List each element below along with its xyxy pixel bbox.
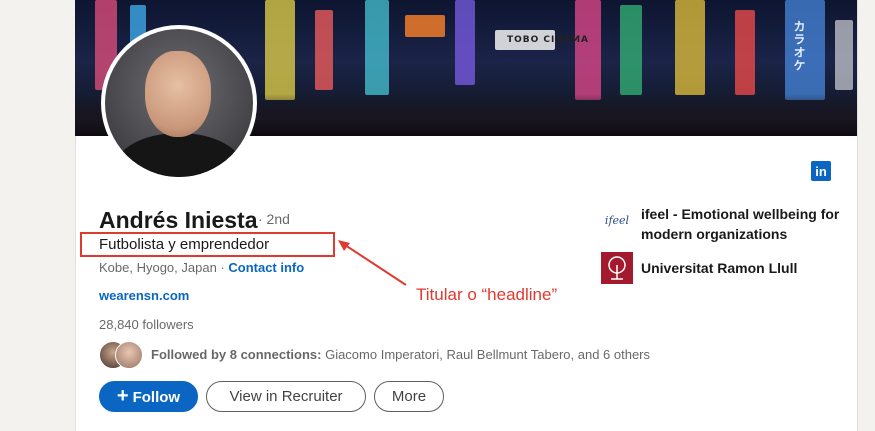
followers-count: 28,840 followers	[99, 317, 194, 332]
ifeel-logo: ifeel	[601, 204, 633, 236]
website-link[interactable]: wearensn.com	[99, 288, 189, 303]
profile-avatar[interactable]	[101, 25, 257, 181]
neon-sign	[835, 20, 853, 90]
follow-button[interactable]: + Follow	[99, 381, 198, 412]
neon-sign	[365, 0, 389, 95]
followed-by-text[interactable]: Followed by 8 connections: Giacomo Imper…	[151, 347, 650, 362]
universitat-ramon-llull-logo	[601, 252, 633, 284]
contact-info-link[interactable]: Contact info	[228, 260, 304, 275]
annotation-box	[80, 232, 335, 257]
avatar-face	[145, 51, 211, 137]
ifeel-logo-text: ifeel	[605, 214, 630, 227]
connection-degree: · 2nd	[258, 211, 290, 227]
neon-sign	[405, 15, 445, 37]
annotation-label: Titular o “headline”	[416, 285, 558, 304]
banner-sign-text: カラオケ	[792, 20, 806, 72]
location-text: Kobe, Hyogo, Japan ·	[99, 260, 229, 275]
neon-sign	[315, 10, 333, 90]
company-name: ifeel - Emotional wellbeing for modern o…	[641, 206, 840, 242]
follow-label: Follow	[132, 389, 181, 406]
neon-sign	[265, 0, 295, 100]
followed-by-prefix: Followed by 8 connections:	[151, 347, 322, 362]
school-name: Universitat Ramon Llull	[641, 260, 798, 276]
plus-icon: +	[116, 385, 129, 407]
neon-sign	[735, 10, 755, 95]
view-in-recruiter-button[interactable]: View in Recruiter	[206, 381, 366, 412]
followed-by-names: Giacomo Imperatori, Raul Bellmunt Tabero…	[321, 347, 651, 362]
education[interactable]: Universitat Ramon Llull	[601, 252, 841, 284]
avatar-shirt	[115, 133, 243, 177]
annotation-arrow	[338, 240, 407, 286]
avatar-photo	[105, 29, 253, 177]
neon-sign	[675, 0, 705, 95]
current-company[interactable]: ifeel ifeel - Emotional wellbeing for mo…	[601, 204, 841, 244]
neon-sign	[575, 0, 601, 100]
neon-sign	[455, 0, 475, 85]
banner-sign-text: TOBO CINEMA	[507, 35, 589, 45]
avatar	[115, 341, 143, 369]
mutual-connections-avatars[interactable]	[99, 341, 143, 369]
neon-sign	[620, 5, 642, 95]
linkedin-icon[interactable]: in	[811, 161, 831, 181]
profile-location: Kobe, Hyogo, Japan · Contact info	[99, 260, 304, 275]
more-button[interactable]: More	[374, 381, 444, 412]
profile-name: Andrés Iniesta	[99, 207, 258, 233]
